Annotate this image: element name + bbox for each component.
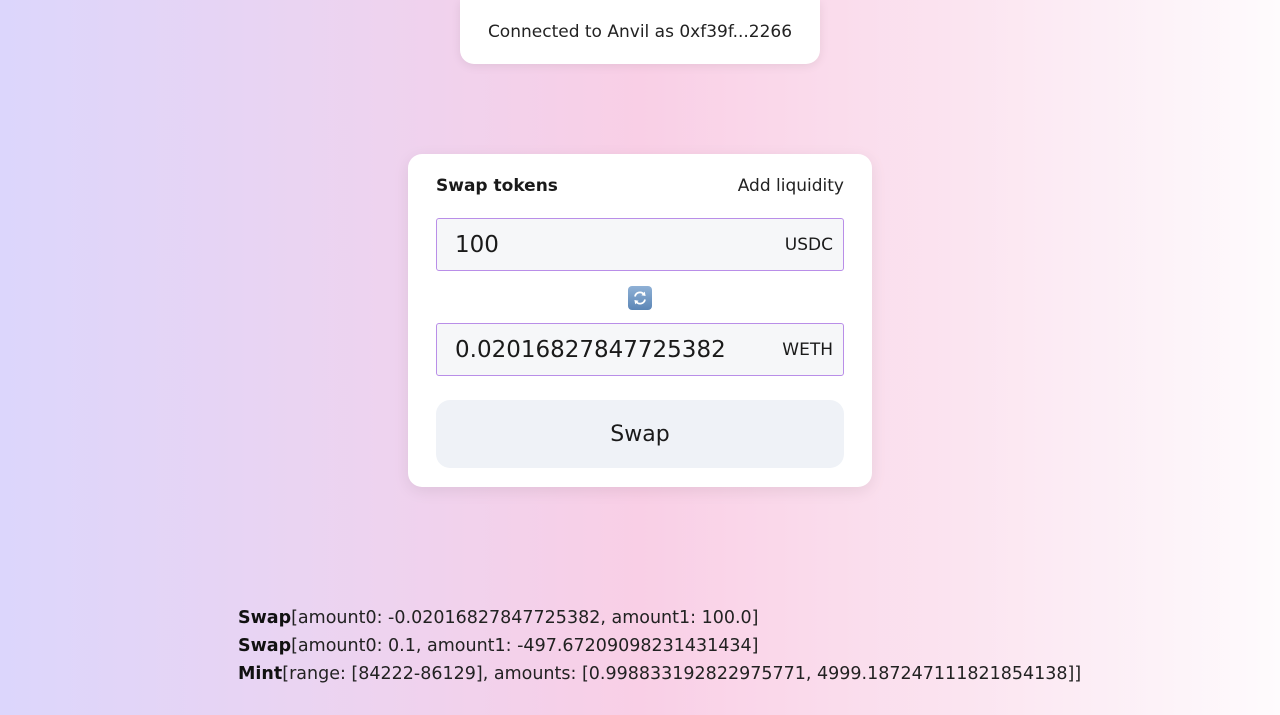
event-log-entry: Mint[range: [84222-86129], amounts: [0.9… xyxy=(238,660,1081,688)
event-details: [amount0: -0.02016827847725382, amount1:… xyxy=(291,608,759,628)
swap-button[interactable]: Swap xyxy=(436,400,844,468)
event-name: Swap xyxy=(238,608,292,628)
from-amount-field: USDC xyxy=(436,218,844,271)
event-name: Swap xyxy=(238,636,292,656)
connection-status-text: Connected to Anvil as 0xf39f...2266 xyxy=(487,22,793,42)
event-name: Mint xyxy=(238,664,283,684)
tab-add-liquidity[interactable]: Add liquidity xyxy=(738,176,844,196)
swap-direction-button[interactable] xyxy=(628,286,652,310)
event-details: [amount0: 0.1, amount1: -497.67209098231… xyxy=(291,636,759,656)
refresh-arrows-icon xyxy=(634,291,646,305)
to-amount-input[interactable] xyxy=(437,335,783,364)
to-token-label: WETH xyxy=(782,339,833,360)
swap-card: Swap tokens Add liquidity USDC WETH Swap xyxy=(408,154,872,487)
connection-status-banner: Connected to Anvil as 0xf39f...2266 xyxy=(460,0,820,64)
event-details: [range: [84222-86129], amounts: [0.99883… xyxy=(282,664,1082,684)
to-amount-field: WETH xyxy=(436,323,844,376)
event-log-entry: Swap[amount0: -0.02016827847725382, amou… xyxy=(238,604,1081,632)
from-amount-input[interactable] xyxy=(437,230,785,259)
from-token-label: USDC xyxy=(784,234,833,255)
event-log-entry: Swap[amount0: 0.1, amount1: -497.6720909… xyxy=(238,632,1081,660)
event-log: Swap[amount0: -0.02016827847725382, amou… xyxy=(238,604,1081,688)
tab-swap-tokens[interactable]: Swap tokens xyxy=(436,176,558,196)
